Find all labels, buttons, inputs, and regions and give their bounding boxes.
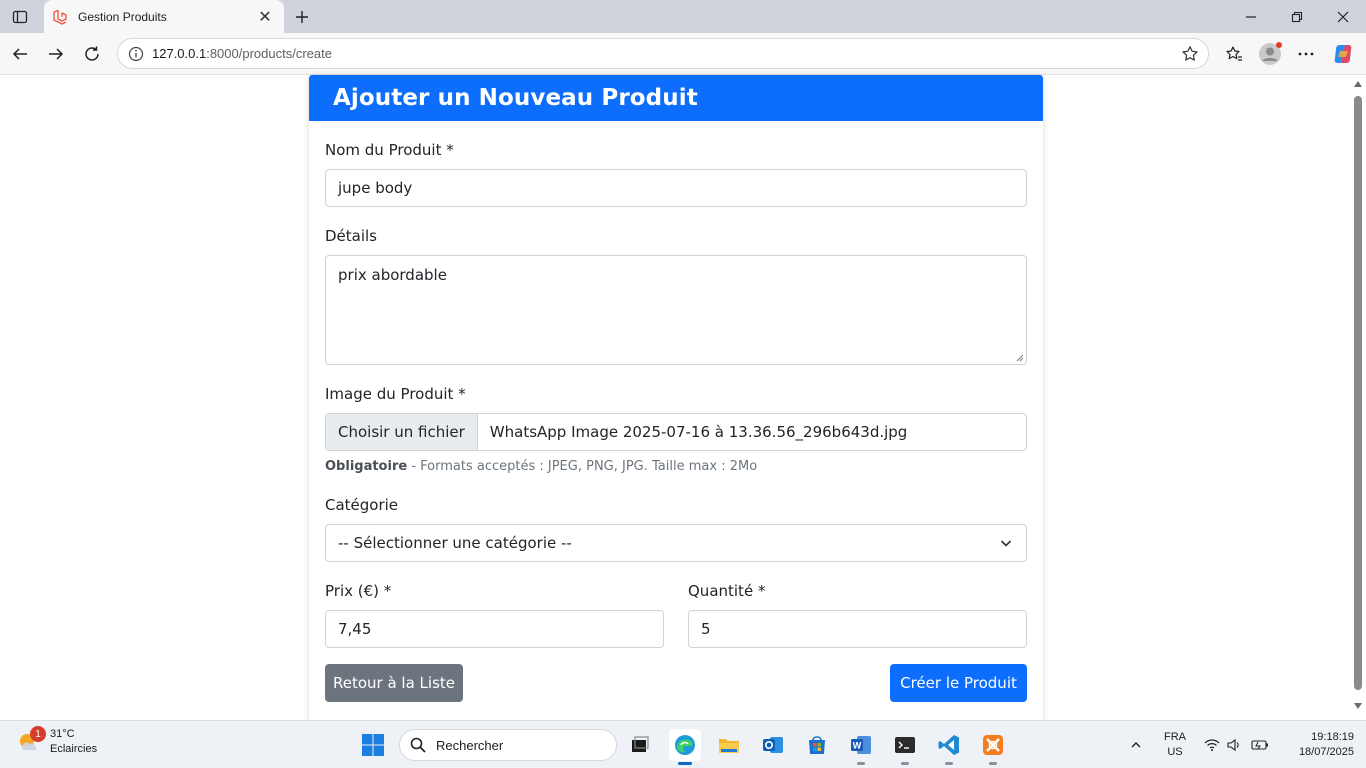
image-help-formats: - Formats acceptés : JPEG, PNG, JPG. Tai… [407,459,758,474]
scroll-up-arrow-icon[interactable] [1354,81,1362,87]
running-app-indicator [945,762,953,765]
vscode-icon[interactable] [933,729,965,765]
clock-date: 18/07/2025 [1298,746,1354,758]
weather-partly-sunny-icon: 1 [16,726,46,756]
keyboard-layout: US [1167,746,1183,758]
page-title: Ajouter un Nouveau Produit [333,85,698,111]
resize-grip-icon[interactable] [1016,354,1024,362]
weather-widget[interactable]: 1 31°C Eclaircies [16,726,97,757]
wifi-icon[interactable] [1202,721,1222,768]
details-label: Détails [325,227,378,245]
windows-taskbar: 1 31°C Eclaircies Rechercher W FRA US 19… [0,720,1366,768]
running-app-indicator [857,762,865,765]
scroll-down-arrow-icon[interactable] [1354,703,1362,709]
url-path: :8000/products/create [206,46,332,61]
category-label: Catégorie [325,496,399,514]
tab-close-icon[interactable]: ✕ [256,8,274,26]
close-window-icon[interactable] [1320,2,1366,32]
minimize-icon[interactable] [1228,2,1274,32]
volume-icon[interactable] [1224,721,1244,768]
browser-tab-active[interactable]: Gestion Produits ✕ [44,0,284,33]
system-clock[interactable]: 19:18:19 18/07/2025 [1278,721,1354,768]
back-arrow-icon[interactable] [6,40,34,68]
search-placeholder: Rechercher [436,737,504,753]
category-select-value: -- Sélectionner une catégorie -- [338,534,572,552]
language-code: FRA [1164,731,1186,743]
more-menu-icon[interactable] [1292,40,1320,68]
favorite-star-icon[interactable] [1180,44,1200,64]
scroll-thumb[interactable] [1354,96,1362,690]
image-label: Image du Produit * [325,385,466,403]
copilot-icon[interactable] [1329,40,1357,68]
active-app-indicator [678,762,692,765]
language-indicator[interactable]: FRA US [1160,721,1190,768]
profile-avatar-icon[interactable] [1256,40,1284,68]
svg-text:W: W [853,741,862,751]
browser-toolbar: 127.0.0.1:8000/products/create [0,33,1366,75]
restore-icon[interactable] [1274,2,1320,32]
chevron-down-icon [1000,540,1012,547]
choose-file-button[interactable]: Choisir un fichier [326,414,478,450]
taskbar-search-box[interactable]: Rechercher [399,729,617,761]
clock-time: 19:18:19 [1311,731,1354,743]
start-windows-icon[interactable] [357,729,389,761]
image-help-text: Obligatoire - Formats acceptés : JPEG, P… [325,459,757,474]
name-input-value: jupe body [338,179,413,197]
tray-overflow-chevron-icon[interactable] [1126,721,1146,768]
details-textarea[interactable]: prix abordable [325,255,1027,365]
price-input[interactable]: 7,45 [325,610,664,648]
weather-text: 31°C Eclaircies [50,727,97,757]
refresh-icon[interactable] [78,40,106,68]
weather-temp: 31°C [50,728,75,740]
search-icon [410,737,426,753]
battery-icon[interactable] [1248,721,1272,768]
category-select[interactable]: -- Sélectionner une catégorie -- [325,524,1027,562]
quantity-input-value: 5 [701,620,711,638]
create-product-button[interactable]: Créer le Produit [890,664,1027,702]
outlook-icon[interactable] [757,729,789,761]
quantity-label: Quantité * [688,582,766,600]
xampp-icon[interactable] [977,729,1009,765]
favorites-icon[interactable] [1220,40,1248,68]
address-bar[interactable]: 127.0.0.1:8000/products/create [117,38,1209,69]
weather-badge: 1 [30,726,46,742]
running-app-indicator [901,762,909,765]
running-app-indicator [989,762,997,765]
tab-title: Gestion Produits [78,9,167,24]
image-help-required: Obligatoire [325,459,408,474]
weather-desc: Eclaircies [50,743,98,755]
terminal-icon[interactable] [889,729,921,765]
task-view-icon[interactable] [624,729,656,761]
name-label: Nom du Produit * [325,141,454,159]
selected-file-name: WhatsApp Image 2025-07-16 à 13.36.56_296… [489,423,908,441]
microsoft-store-icon[interactable] [801,729,833,761]
product-form-card: Ajouter un Nouveau Produit Nom du Produi… [309,75,1043,735]
word-icon[interactable]: W [845,729,877,765]
card-header: Ajouter un Nouveau Produit [309,75,1043,121]
site-info-icon[interactable] [128,46,144,62]
name-input[interactable]: jupe body [325,169,1027,207]
sidebar-toggle-icon[interactable] [6,5,34,29]
price-input-value: 7,45 [338,620,372,638]
file-explorer-icon[interactable] [713,729,745,761]
url-host: 127.0.0.1 [152,46,207,61]
quantity-input[interactable]: 5 [688,610,1027,648]
laravel-favicon-icon [52,9,68,25]
edge-browser-icon[interactable] [669,729,701,765]
price-label: Prix (€) * [325,582,392,600]
browser-tab-strip: Gestion Produits ✕ [0,0,1366,33]
forward-arrow-icon[interactable] [42,40,70,68]
url-text: 127.0.0.1:8000/products/create [152,46,1180,61]
back-to-list-button[interactable]: Retour à la Liste [325,664,463,702]
image-file-input[interactable]: Choisir un fichier WhatsApp Image 2025-0… [325,413,1027,451]
details-textarea-value: prix abordable [338,266,447,284]
new-tab-icon[interactable] [290,5,314,29]
